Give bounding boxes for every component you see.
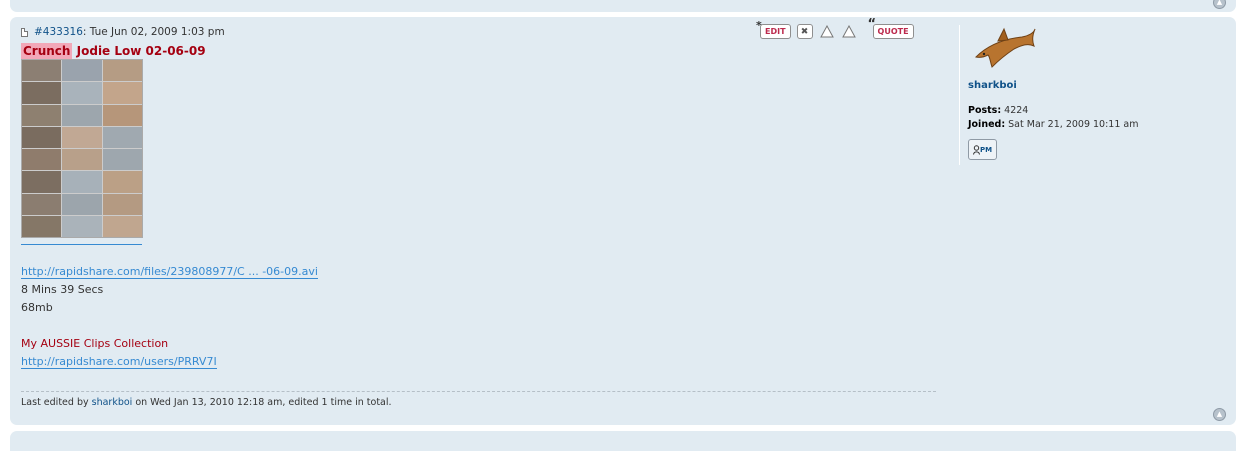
thumbnail-frame [62, 104, 102, 126]
thumbnail-frame [22, 82, 62, 104]
joined-value: Sat Mar 21, 2009 10:11 am [1005, 119, 1139, 130]
title-highlight: Crunch [21, 43, 73, 59]
duration-text: 8 Mins 39 Secs [21, 283, 104, 296]
posts-stat: Posts: 4224 [968, 105, 1233, 117]
thumbnail-grid-image[interactable] [21, 59, 143, 238]
thumbnail-frame [102, 82, 142, 104]
post-id-link[interactable]: #433316 [34, 26, 83, 38]
edit-prefix: Last edited by [21, 397, 92, 408]
thumbnail-frame [22, 215, 62, 237]
quote-label: QUOTE [877, 27, 909, 36]
thumbnail-frame [102, 149, 142, 171]
thumbnail-frame [62, 193, 102, 215]
thumbnail-frame [22, 193, 62, 215]
thumbnail-frame [62, 82, 102, 104]
post-buttons: * EDIT ✖ “QUOTE [756, 17, 914, 39]
post-container: #433316 : Tue Jun 02, 2009 1:03 pm Crunc… [10, 17, 1236, 425]
edit-button[interactable]: * EDIT [756, 19, 791, 39]
star-icon: * [756, 19, 762, 32]
thumbnail-frame [62, 126, 102, 148]
edit-suffix: on Wed Jan 13, 2010 12:18 am, edited 1 t… [132, 397, 392, 408]
report-button[interactable] [819, 25, 835, 39]
thumbnail-link-underline [21, 238, 142, 245]
back-to-top-icon[interactable]: ▲ [1213, 0, 1226, 9]
delete-button[interactable]: ✖ [796, 24, 813, 39]
thumbnail-frame [62, 60, 102, 82]
thumbnail-frame [102, 60, 142, 82]
question-icon [841, 25, 856, 38]
size-text: 68mb [21, 301, 53, 314]
thumbnail-frame [62, 171, 102, 193]
info-button[interactable] [841, 25, 857, 39]
post-date: : Tue Jun 02, 2009 1:03 pm [82, 26, 225, 38]
post-icon [21, 27, 28, 37]
edit-label: EDIT [765, 27, 786, 36]
thumbnail-frame [102, 215, 142, 237]
profile-username[interactable]: sharkboi [968, 80, 1233, 91]
thumbnail-frame [22, 149, 62, 171]
warning-icon [819, 25, 834, 38]
post-profile: sharkboi Posts: 4224 Joined: Sat Mar 21,… [959, 25, 1233, 165]
thumbnail-frame [22, 171, 62, 193]
quote-mark-icon: “ [867, 17, 877, 32]
post-body: #433316 : Tue Jun 02, 2009 1:03 pm Crunc… [21, 25, 936, 371]
shark-avatar[interactable] [974, 27, 1036, 71]
thumbnail-frame [22, 104, 62, 126]
title-text: Jodie Low 02-06-09 [72, 44, 206, 58]
previous-post-fragment: ▲ [10, 0, 1236, 12]
post-title: Crunch Jodie Low 02-06-09 [21, 43, 936, 59]
thumbnail-frame [22, 60, 62, 82]
joined-stat: Joined: Sat Mar 21, 2009 10:11 am [968, 119, 1233, 131]
edit-notice: Last edited by sharkboi on Wed Jan 13, 2… [21, 391, 936, 408]
thumbnail-frame [62, 149, 102, 171]
back-to-top-icon[interactable]: ▲ [1213, 408, 1226, 421]
file-link[interactable]: http://rapidshare.com/files/239808977/C … [21, 265, 318, 279]
editor-link[interactable]: sharkboi [92, 397, 133, 408]
thumbnail-frame [22, 126, 62, 148]
thumbnail-frame [102, 104, 142, 126]
joined-label: Joined: [968, 119, 1006, 130]
posts-label: Posts: [968, 105, 1002, 116]
thumbnail-frame [62, 215, 102, 237]
quote-button[interactable]: “QUOTE [868, 17, 914, 39]
user-icon [972, 144, 980, 155]
collection-link[interactable]: http://rapidshare.com/users/PRRV7I [21, 355, 217, 369]
pm-label: PM [979, 145, 993, 154]
pm-button[interactable]: PM [968, 139, 997, 160]
collection-label: My AUSSIE Clips Collection [21, 337, 169, 350]
next-post-fragment [10, 431, 1236, 451]
thumbnail-frame [102, 126, 142, 148]
posts-value: 4224 [1001, 105, 1029, 116]
thumbnail-frame [102, 171, 142, 193]
post-content: http://rapidshare.com/files/239808977/C … [21, 263, 936, 371]
thumbnail-frame [102, 193, 142, 215]
